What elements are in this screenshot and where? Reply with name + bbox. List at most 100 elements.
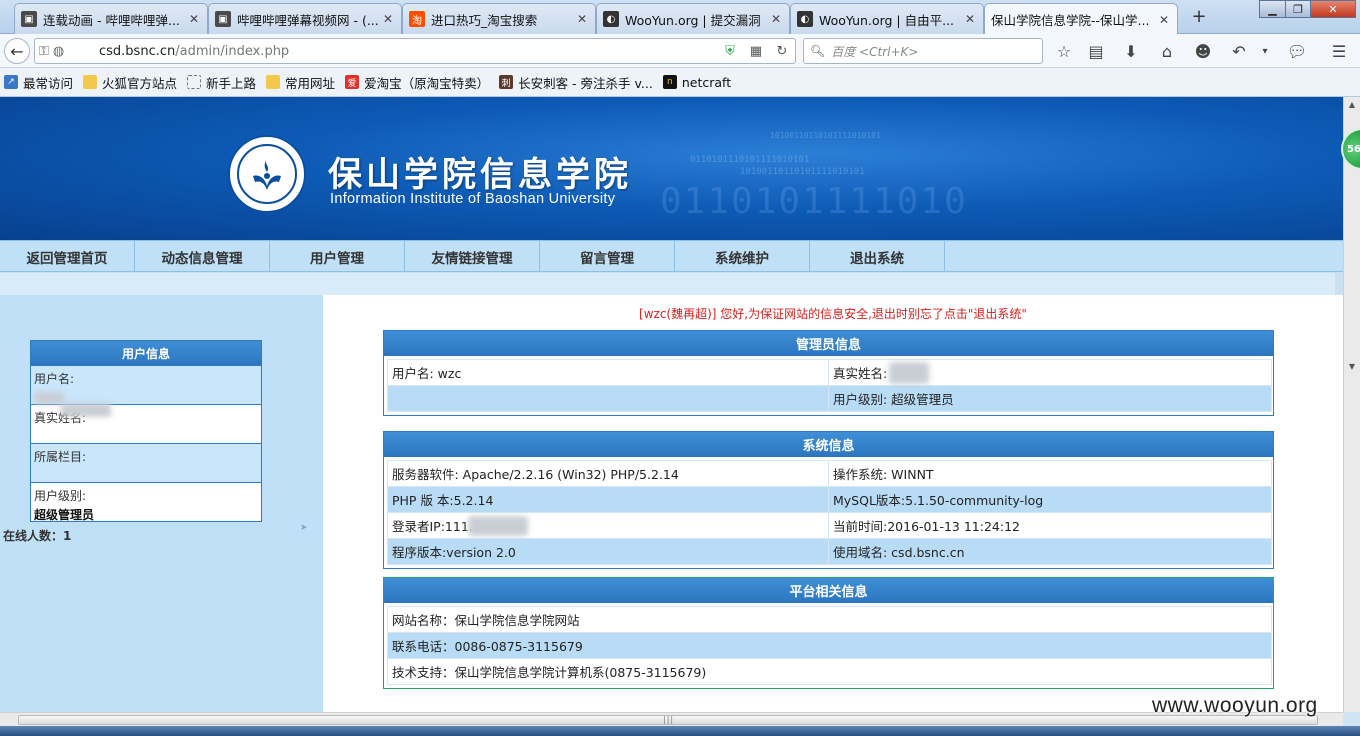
browser-tab-6-active[interactable]: 保山学院信息学院--保山学... ✕ (984, 3, 1178, 35)
table-cell: 使用域名: csd.bsnc.cn (828, 538, 1272, 565)
undo-icon[interactable]: ↶ (1227, 39, 1251, 63)
bookmark-most-visited[interactable]: ↗ 最常访问 (4, 73, 73, 92)
bookmark-label: 最常访问 (23, 75, 74, 91)
search-box[interactable]: 🔍︎ 百度 <Ctrl+K> (803, 38, 1043, 64)
sub-header-strip (0, 273, 1335, 295)
banner-binary-2: 0110101110101111010101 (690, 155, 810, 165)
menu-logout[interactable]: 退出系统 (810, 241, 945, 272)
table-cell: 联系电话：0086-0875-3115679 (387, 632, 1272, 659)
new-tab-button[interactable]: + (1188, 6, 1210, 27)
minimize-button[interactable]: ▁ (1259, 0, 1286, 18)
most-visited-icon: ↗ (4, 75, 18, 89)
close-window-button[interactable]: ✕ (1310, 0, 1356, 18)
scroll-up-arrow-icon[interactable]: ▲ (1344, 97, 1360, 113)
browser-tab-1[interactable]: ▣ 连载动画 - 哔哩哔哩弹... ✕ (14, 3, 208, 34)
horizontal-scrollbar[interactable]: ||| (0, 712, 1343, 726)
column-label: 所属栏目: (34, 450, 87, 464)
netcraft-icon: n (662, 75, 677, 89)
menu-user-management[interactable]: 用户管理 (270, 241, 405, 272)
taobao-icon: 淘 (409, 11, 425, 27)
banner-binary-3: 10100110110101111010101 (740, 167, 865, 177)
reload-icon[interactable]: ↻ (769, 44, 795, 59)
browser-tab-3[interactable]: 淘 进口热巧_淘宝搜索 ✕ (402, 3, 596, 34)
url-bar[interactable]: ⚿ ◍ csd.bsnc.cn/admin/index.php ⛨ ▦ ↻ (34, 38, 796, 64)
browser-tab-5[interactable]: ◐ WooYun.org | 自由平... ✕ (790, 3, 984, 34)
chat-face-icon[interactable]: ☻ (1191, 39, 1215, 63)
bookmark-common-sites[interactable]: 常用网址 (266, 73, 335, 92)
bookmark-label: 常用网址 (285, 75, 336, 91)
bookmark-netcraft[interactable]: n netcraft (662, 75, 731, 90)
menu-system-maintenance[interactable]: 系统维护 (675, 241, 810, 272)
wooyun-icon: ◐ (603, 11, 619, 27)
admin-info-title: 管理员信息 (384, 331, 1273, 356)
bookmark-star-icon[interactable]: ☆ (1052, 39, 1076, 63)
browser-tab-2[interactable]: ▣ 哔哩哔哩弹幕视频网 - (... ✕ (208, 3, 402, 34)
table-cell: 服务器软件: Apache/2.2.16 (Win32) PHP/5.2.14 (387, 460, 829, 487)
close-icon[interactable]: ✕ (1157, 13, 1171, 27)
table-cell: 用户级别: 超级管理员 (828, 385, 1272, 412)
back-button[interactable]: ← (4, 38, 30, 64)
table-cell: 用户名: wzc (387, 359, 829, 386)
menu-messages[interactable]: 留言管理 (540, 241, 675, 272)
redacted-value (61, 403, 111, 417)
close-icon[interactable]: ✕ (187, 12, 201, 26)
menu-dynamic-info[interactable]: 动态信息管理 (135, 241, 270, 272)
online-count: 在线人数：1 (3, 527, 71, 544)
tab-label: 保山学院信息学院--保山学... (991, 13, 1150, 28)
close-icon[interactable]: ✕ (381, 12, 395, 26)
tab-label: WooYun.org | 自由平... (819, 12, 955, 28)
bookmark-label: 新手上路 (206, 75, 257, 91)
url-text[interactable]: csd.bsnc.cn/admin/index.php (73, 44, 717, 59)
download-icon[interactable]: ⬇ (1119, 39, 1143, 63)
reader-list-icon[interactable]: ▤ (1084, 39, 1108, 63)
platform-info-table: 网站名称：保山学院信息学院网站 联系电话：0086-0875-3115679 技… (387, 606, 1272, 685)
table-row: 程序版本:version 2.0 使用域名: csd.bsnc.cn (387, 538, 1272, 565)
bookmark-firefox-official[interactable]: 火狐官方站点 (83, 73, 177, 92)
table-cell: MySQL版本:5.1.50-community-log (828, 486, 1272, 513)
bookmark-label: 火狐官方站点 (102, 75, 178, 91)
table-cell: PHP 版 本:5.2.14 (387, 486, 829, 513)
system-info-panel: 系统信息 服务器软件: Apache/2.2.16 (Win32) PHP/5.… (383, 431, 1274, 569)
chevron-down-icon[interactable]: ▾ (1253, 39, 1277, 63)
table-row: 用户级别: 超级管理员 (387, 385, 1272, 412)
table-cell: 登录者IP:111.3 (387, 512, 829, 539)
site-identity[interactable]: ⚿ ◍ (39, 44, 73, 59)
assassin-icon: 刺 (499, 75, 514, 89)
menu-friend-links[interactable]: 友情链接管理 (405, 241, 540, 272)
main-content: [wzc(魏再超)] 您好,为保证网站的信息安全,退出时别忘了点击"退出系统" … (323, 295, 1343, 712)
close-icon[interactable]: ✕ (769, 12, 783, 26)
table-cell: 当前时间:2016-01-13 11:24:12 (828, 512, 1272, 539)
bookmark-getting-started[interactable]: 新手上路 (187, 73, 256, 92)
banner-binary-1: 10100110110101111010101 (770, 131, 881, 140)
platform-info-panel: 平台相关信息 网站名称：保山学院信息学院网站 联系电话：0086-0875-31… (383, 577, 1274, 689)
collapse-arrow-icon[interactable]: ➤ (300, 523, 308, 533)
scroll-down-arrow-icon[interactable]: ▼ (1344, 359, 1360, 375)
bookmark-assassin[interactable]: 刺 长安刺客 - 旁注杀手 v... (499, 73, 653, 92)
maximize-button[interactable]: ❐ (1285, 0, 1311, 18)
user-info-header: 用户信息 (31, 341, 261, 365)
banner-binary-large: 0110101111010 (660, 181, 968, 222)
tv-icon: ▣ (21, 11, 37, 27)
shield-icon[interactable]: ⛨ (717, 44, 743, 59)
speech-bubble-icon[interactable]: 💬︎ (1285, 39, 1309, 63)
home-icon[interactable]: ⌂ (1155, 39, 1179, 63)
vertical-scrollbar[interactable]: ▲ ▼ (1343, 97, 1360, 712)
menu-admin-home[interactable]: 返回管理首页 (0, 241, 135, 272)
redacted-value (468, 516, 528, 536)
table-row: 服务器软件: Apache/2.2.16 (Win32) PHP/5.2.14 … (387, 460, 1272, 487)
table-row: 网站名称：保山学院信息学院网站 (387, 606, 1272, 633)
menu-icon[interactable]: ☰ (1327, 39, 1351, 63)
seal-inner (237, 144, 297, 204)
security-notice: [wzc(魏再超)] 您好,为保证网站的信息安全,退出时别忘了点击"退出系统" (639, 307, 1027, 321)
bookmark-aitaobao[interactable]: 爱 爱淘宝（原淘宝特卖） (345, 73, 489, 92)
table-cell: 技术支持：保山学院信息学院计算机系(0875-3115679) (387, 658, 1272, 685)
browser-tab-4[interactable]: ◐ WooYun.org | 提交漏洞 ✕ (596, 3, 790, 34)
close-icon[interactable]: ✕ (963, 12, 977, 26)
university-seal-logo (228, 135, 306, 213)
user-info-box: 用户信息 用户名: 真实姓名: 所属栏目: 用户级别: 超级管理员 (30, 340, 262, 522)
watermark-text: www.wooyun.org (1152, 694, 1318, 717)
qr-code-icon[interactable]: ▦ (743, 44, 769, 59)
username-label: 用户名: (34, 372, 75, 386)
close-icon[interactable]: ✕ (575, 12, 589, 26)
tab-label: 连载动画 - 哔哩哔哩弹... (43, 12, 180, 28)
